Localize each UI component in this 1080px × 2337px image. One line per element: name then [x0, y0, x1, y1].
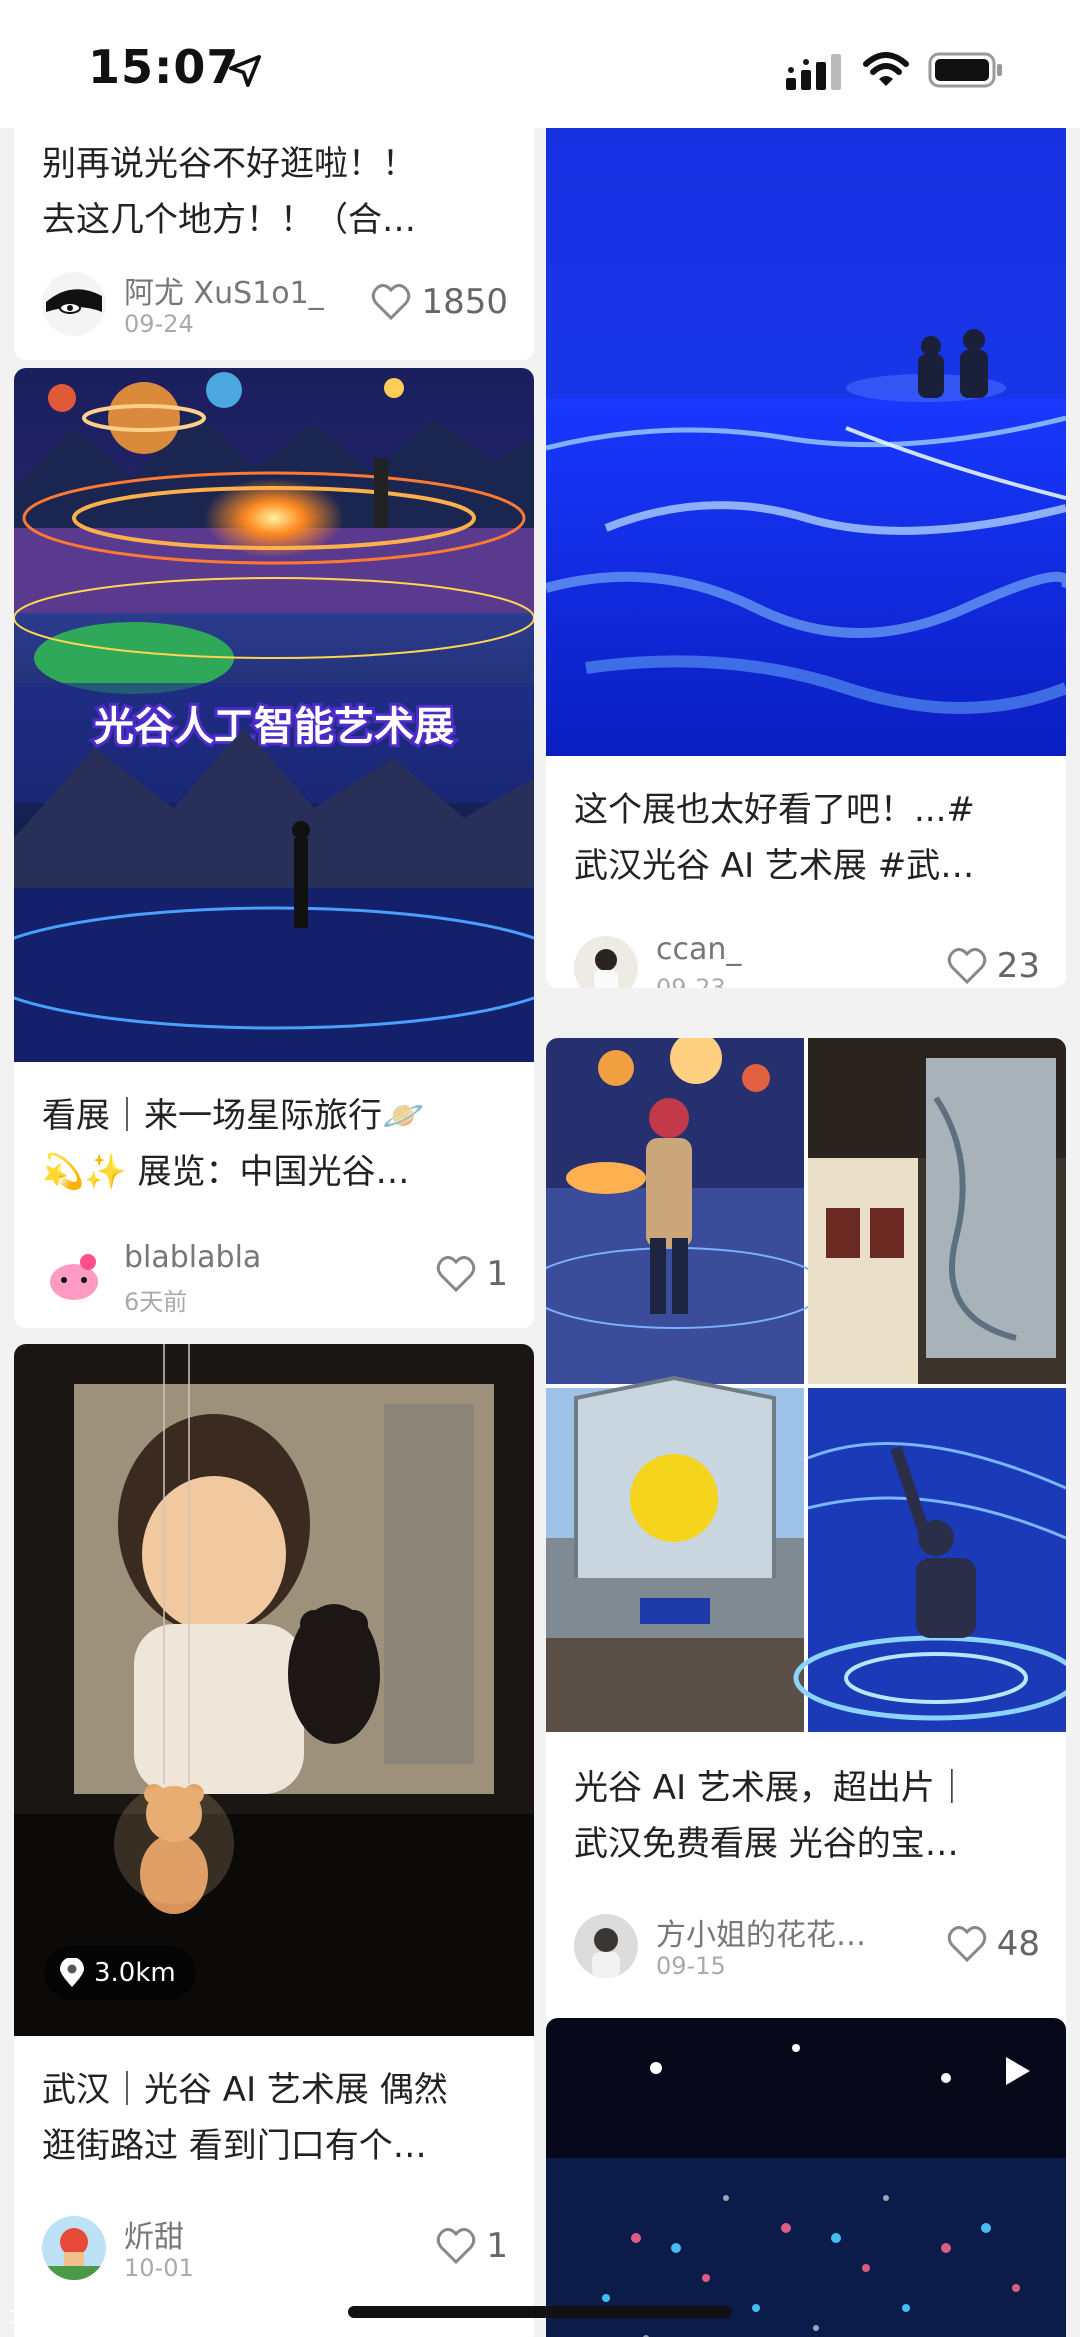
note-title: 看展｜来一场星际旅行🪐 💫✨ 展览：中国光谷…	[42, 1096, 425, 1192]
heart-icon	[947, 947, 986, 985]
play-icon[interactable]	[1002, 2054, 1032, 2088]
home-indicator[interactable]	[348, 2306, 732, 2318]
like-count: 1	[486, 1254, 508, 1294]
heart-icon	[437, 1255, 476, 1293]
note-card[interactable]: 光谷 AI 艺术展，超出片｜ 武汉免费看展 光谷的宝… 方小姐的花花… 09-1…	[546, 1038, 1066, 2038]
heart-icon	[372, 283, 411, 321]
note-cover-image[interactable]: 光谷人工智能艺术展	[14, 368, 534, 1062]
post-date: 10-01	[124, 2254, 194, 2282]
note-cover-image[interactable]	[546, 2018, 1066, 2337]
avatar[interactable]	[42, 2216, 106, 2280]
note-card[interactable]: 别再说光谷不好逛啦！！ 去这几个地方！！（合… 阿尤 XuS1o1_ 09-24…	[14, 88, 534, 360]
cover-artwork	[546, 2018, 1066, 2337]
wifi-icon	[863, 52, 909, 86]
note-card[interactable]: 这个展也太好看了吧！...# 武汉光谷 AI 艺术展 #武… ccan_ 09-…	[546, 88, 1066, 988]
post-date: 09-15	[656, 1952, 726, 1980]
like-count: 23	[996, 946, 1040, 986]
heart-icon	[437, 2227, 476, 2265]
feed-screen: 15:07 别再说光谷不好逛啦！！ 去这几个地方！！（合… 阿尤 XuS1o1_…	[0, 0, 1080, 2337]
cover-artwork	[546, 1038, 1066, 1732]
note-title: 这个展也太好看了吧！...# 武汉光谷 AI 艺术展 #武…	[574, 790, 975, 886]
author-row[interactable]: 方小姐的花花… 09-15 48	[574, 1910, 1040, 1980]
author-row[interactable]: 阿尤 XuS1o1_ 09-24 1850	[42, 268, 508, 338]
cover-artwork: 光谷人工智能艺术展	[14, 368, 534, 1062]
watermark-text: 大众资讯	[8, 2304, 97, 2329]
author-name: blablabla	[124, 1240, 262, 1275]
post-date: 6天前	[124, 1288, 188, 1316]
status-time: 15:07	[88, 40, 240, 94]
author-name: 阿尤 XuS1o1_	[124, 276, 324, 311]
avatar[interactable]	[42, 1244, 106, 1308]
map-pin-icon	[60, 1958, 84, 1987]
note-title: 武汉｜光谷 AI 艺术展 偶然 逛街路过 看到门口有个…	[42, 2070, 448, 2166]
cover-artwork	[546, 88, 1066, 756]
like-button[interactable]: 1850	[371, 282, 508, 322]
post-date: 09-24	[124, 310, 194, 338]
note-title: 光谷 AI 艺术展，超出片｜ 武汉免费看展 光谷的宝…	[574, 1768, 969, 1864]
note-cover-image[interactable]: 3.0km	[14, 1344, 534, 2036]
cellular-signal-icon	[786, 54, 841, 90]
note-title: 别再说光谷不好逛啦！！ 去这几个地方！！（合…	[42, 144, 416, 240]
avatar[interactable]	[574, 1914, 638, 1978]
avatar[interactable]	[42, 272, 106, 336]
author-row[interactable]: blablabla 6天前 1	[42, 1240, 508, 1316]
avatar[interactable]	[574, 936, 638, 988]
like-button[interactable]: 1	[436, 2226, 508, 2266]
cover-text: 光谷人工智能艺术展	[94, 704, 454, 750]
like-button[interactable]: 23	[947, 946, 1040, 986]
author-row[interactable]: 炘甜 10-01 1	[42, 2212, 508, 2282]
distance-text: 3.0km	[94, 1958, 176, 1988]
like-button[interactable]: 48	[947, 1924, 1040, 1964]
cover-artwork	[14, 1344, 534, 2036]
note-card[interactable]	[546, 2018, 1066, 2337]
status-bar: 15:07	[0, 0, 1080, 128]
heart-icon	[947, 1925, 986, 1963]
note-card[interactable]: 3.0km 武汉｜光谷 AI 艺术展 偶然 逛街路过 看到门口有个… 炘甜 10…	[14, 1344, 534, 2337]
note-cover-image[interactable]	[546, 88, 1066, 756]
author-name: 炘甜	[124, 2220, 184, 2255]
location-arrow-icon	[228, 54, 262, 88]
author-name: 方小姐的花花…	[656, 1918, 866, 1953]
author-name: ccan_	[656, 932, 742, 967]
battery-icon	[928, 52, 1002, 88]
like-count: 1850	[421, 282, 508, 322]
note-cover-image[interactable]	[546, 1038, 1066, 1732]
like-button[interactable]: 1	[436, 1254, 508, 1294]
like-count: 1	[486, 2226, 508, 2266]
post-date: 09-23	[656, 974, 726, 988]
author-row[interactable]: ccan_ 09-23 23	[574, 932, 1040, 988]
distance-badge: 3.0km	[44, 1946, 196, 2000]
like-count: 48	[996, 1924, 1040, 1964]
note-card[interactable]: 光谷人工智能艺术展 看展｜来一场星际旅行🪐 💫✨ 展览：中国光谷… blabla…	[14, 368, 534, 1328]
